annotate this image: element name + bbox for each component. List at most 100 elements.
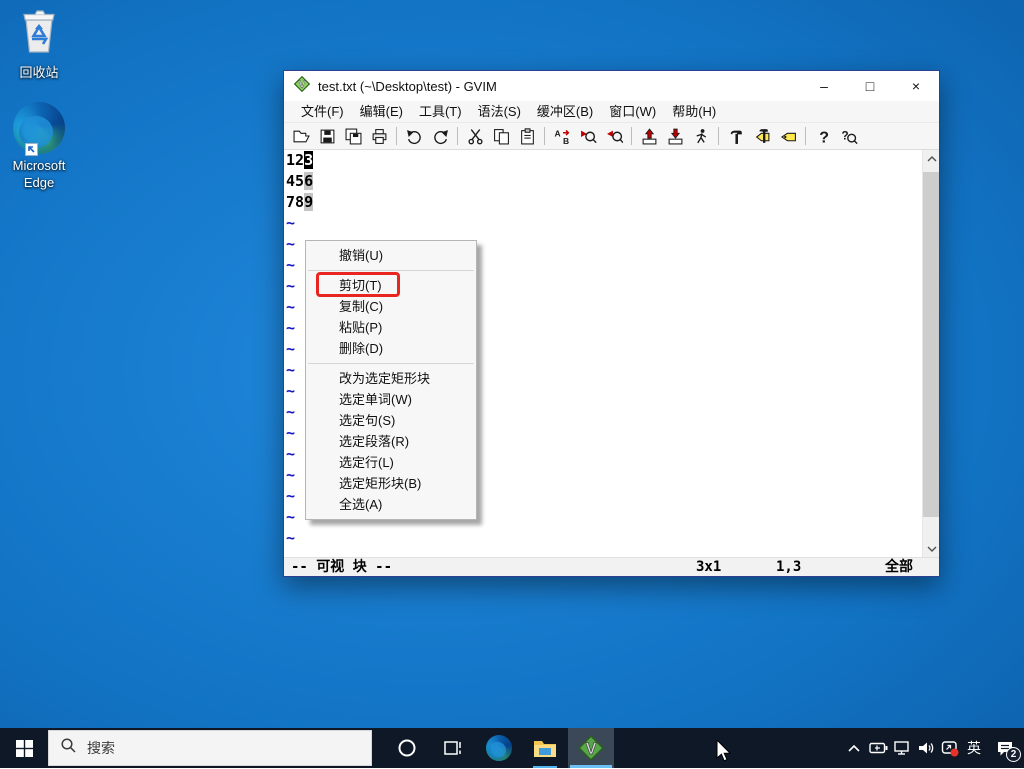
- context-menu-item[interactable]: 选定行(L): [306, 452, 476, 473]
- network-icon[interactable]: [890, 728, 914, 768]
- desktop-icon-recycle-bin[interactable]: 回收站: [0, 8, 78, 81]
- toolbar-find-next-icon[interactable]: [575, 125, 601, 147]
- context-menu-item[interactable]: 撤销(U): [306, 245, 476, 266]
- toolbar-make-icon[interactable]: [723, 125, 749, 147]
- menubar-item[interactable]: 窗口(W): [601, 101, 664, 123]
- toolbar-save-icon[interactable]: [314, 125, 340, 147]
- toolbar-find-help-icon[interactable]: ?: [836, 125, 862, 147]
- toolbar-jump-tag-icon[interactable]: [775, 125, 801, 147]
- text-editing-area[interactable]: 123456789~~~~~~~~~~~~~~~~ 撤销(U)剪切(T)复制(C…: [284, 150, 939, 557]
- svg-text:?: ?: [819, 129, 829, 145]
- scroll-percentage: 全部: [885, 558, 913, 577]
- task-view-icon: [443, 738, 463, 758]
- taskbar-edge-button[interactable]: [476, 728, 522, 768]
- context-menu-item[interactable]: 选定句(S): [306, 410, 476, 431]
- toolbar-find-replace-icon[interactable]: AB: [549, 125, 575, 147]
- menu-item-label: 改为选定矩形块: [339, 371, 430, 386]
- minimize-button[interactable]: –: [801, 71, 847, 101]
- context-menu-item[interactable]: 全选(A): [306, 494, 476, 515]
- mode-indicator: -- 可视 块 --: [291, 558, 392, 577]
- hidden-icons-chevron-icon[interactable]: [842, 728, 866, 768]
- context-menu-item[interactable]: 选定段落(R): [306, 431, 476, 452]
- toolbar-load-session-icon[interactable]: [636, 125, 662, 147]
- toolbar-redo-icon[interactable]: [427, 125, 453, 147]
- menu-item-label: 选定单词(W): [339, 392, 412, 407]
- context-menu-item[interactable]: 删除(D): [306, 338, 476, 359]
- search-icon: [60, 737, 77, 759]
- window-titlebar[interactable]: V test.txt (~\Desktop\test) - GVIM – □ ×: [284, 71, 939, 101]
- notification-badge: 2: [1006, 747, 1021, 762]
- menu-item-label: 粘贴(P): [339, 320, 382, 335]
- toolbar-cut-icon[interactable]: [462, 125, 488, 147]
- window-title: test.txt (~\Desktop\test) - GVIM: [318, 79, 497, 94]
- toolbar-open-icon[interactable]: [288, 125, 314, 147]
- gvim-menubar: 文件(F)编辑(E)工具(T)语法(S)缓冲区(B)窗口(W)帮助(H): [284, 101, 939, 123]
- context-menu-item[interactable]: 复制(C): [306, 296, 476, 317]
- context-menu-item[interactable]: 粘贴(P): [306, 317, 476, 338]
- buffer-text: 12: [286, 151, 304, 169]
- context-menu-item[interactable]: 改为选定矩形块: [306, 368, 476, 389]
- task-view-button[interactable]: [430, 728, 476, 768]
- toolbar-separator: [457, 127, 458, 145]
- svg-text:V: V: [586, 740, 597, 758]
- close-button[interactable]: ×: [893, 71, 939, 101]
- scroll-up-arrow-icon[interactable]: [923, 150, 939, 167]
- toolbar-paste-icon[interactable]: [514, 125, 540, 147]
- buffer-line: 456: [286, 171, 313, 192]
- toolbar-undo-icon[interactable]: [401, 125, 427, 147]
- context-menu-item[interactable]: 选定矩形块(B): [306, 473, 476, 494]
- visual-selection: 9: [304, 193, 313, 211]
- gvim-statusbar: -- 可视 块 -- 3x1 1,3 全部: [284, 557, 939, 576]
- scrollbar-thumb[interactable]: [923, 172, 939, 517]
- edge-icon: [486, 735, 512, 761]
- tilde-marker: ~: [286, 528, 313, 549]
- taskbar-gvim-button[interactable]: V: [568, 728, 614, 768]
- menu-item-label: 选定段落(R): [339, 434, 409, 449]
- toolbar-save-all-icon[interactable]: [340, 125, 366, 147]
- toolbar-separator: [544, 127, 545, 145]
- volume-icon[interactable]: [914, 728, 938, 768]
- taskbar-file-explorer-button[interactable]: [522, 728, 568, 768]
- cortana-button[interactable]: [384, 728, 430, 768]
- menu-item-label: 选定矩形块(B): [339, 476, 421, 491]
- menubar-item[interactable]: 文件(F): [293, 101, 352, 123]
- menubar-item[interactable]: 语法(S): [470, 101, 529, 123]
- toolbar-save-session-icon[interactable]: [662, 125, 688, 147]
- text-cursor-block: 3: [304, 151, 313, 169]
- taskbar-search-box[interactable]: [48, 730, 372, 766]
- toolbar-copy-icon[interactable]: [488, 125, 514, 147]
- menubar-item[interactable]: 编辑(E): [352, 101, 411, 123]
- buffer-text: 45: [286, 172, 304, 190]
- menu-item-label: 选定句(S): [339, 413, 395, 428]
- menubar-item[interactable]: 工具(T): [411, 101, 470, 123]
- menubar-item[interactable]: 帮助(H): [664, 101, 724, 123]
- visual-selection: 6: [304, 172, 313, 190]
- vim-logo-icon: V: [578, 735, 604, 761]
- toolbar-find-prev-icon[interactable]: [601, 125, 627, 147]
- desktop-icon-microsoft-edge[interactable]: Microsoft Edge: [0, 102, 78, 191]
- toolbar-separator: [631, 127, 632, 145]
- vertical-scrollbar[interactable]: [922, 150, 939, 557]
- scroll-down-arrow-icon[interactable]: [923, 540, 939, 557]
- toolbar-help-icon[interactable]: ?: [810, 125, 836, 147]
- svg-text:A: A: [554, 128, 560, 138]
- notification-center-button[interactable]: 2: [986, 728, 1024, 768]
- menu-item-label: 撤销(U): [339, 248, 383, 263]
- context-menu-item[interactable]: 选定单词(W): [306, 389, 476, 410]
- cortana-icon: [397, 738, 417, 758]
- toolbar-run-script-icon[interactable]: [688, 125, 714, 147]
- start-button[interactable]: [0, 728, 48, 768]
- screen-recorder-icon[interactable]: [938, 728, 962, 768]
- ime-language-indicator[interactable]: 英: [962, 728, 986, 768]
- power-battery-icon[interactable]: [866, 728, 890, 768]
- toolbar-print-icon[interactable]: [366, 125, 392, 147]
- recycle-bin-icon: [0, 8, 78, 61]
- maximize-button[interactable]: □: [847, 71, 893, 101]
- menu-item-label: 复制(C): [339, 299, 383, 314]
- search-input[interactable]: [87, 740, 337, 756]
- menu-item-label: 选定行(L): [339, 455, 394, 470]
- toolbar-build-tags-icon[interactable]: [749, 125, 775, 147]
- menubar-item[interactable]: 缓冲区(B): [529, 101, 601, 123]
- context-menu-item[interactable]: 剪切(T): [306, 275, 476, 296]
- shortcut-arrow-icon: [25, 143, 38, 156]
